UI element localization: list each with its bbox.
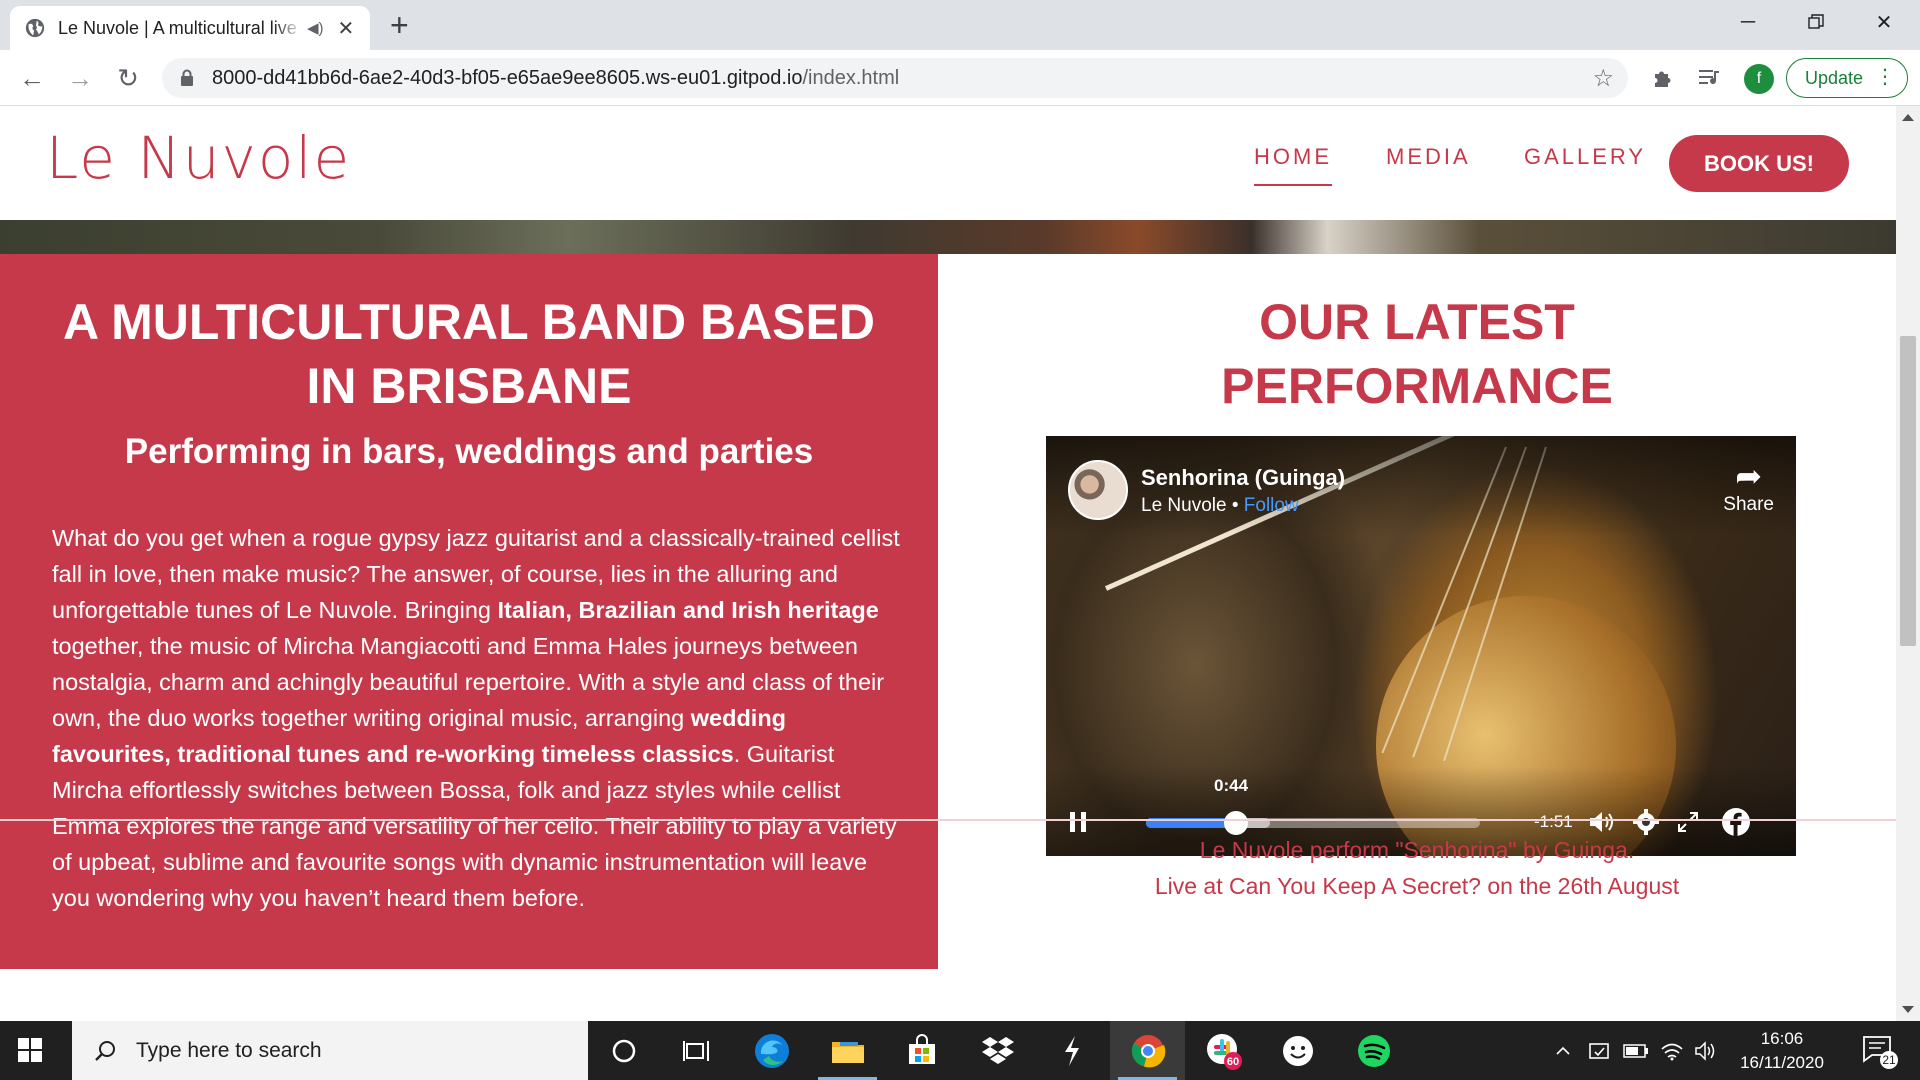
caption-line2: Live at Can You Keep A Secret? on the 26… [1154, 873, 1680, 899]
file-explorer-icon[interactable] [810, 1021, 885, 1080]
site-logo[interactable]: Le Nuvole [46, 124, 351, 192]
current-time: 0:44 [1214, 776, 1249, 795]
wifi-icon[interactable] [1656, 1021, 1688, 1080]
close-tab-icon[interactable]: ✕ [338, 16, 355, 41]
new-tab-icon[interactable]: + [390, 8, 409, 42]
taskbar-clock[interactable]: 16:06 16/11/2020 [1722, 1027, 1842, 1075]
dropbox-icon[interactable] [960, 1021, 1035, 1080]
follow-link[interactable]: Follow [1244, 495, 1299, 516]
browser-toolbar: ← → ↻ 8000-dd41bb6d-6ae2-40d3-bf05-e65ae… [0, 50, 1920, 106]
about-heading-line1: A MULTICULTURAL BAND BASED [63, 294, 875, 350]
performance-panel: OUR LATEST PERFORMANCE Senhorina (Guinga… [938, 254, 1896, 969]
about-heading-line2: IN BRISBANE [306, 358, 632, 414]
close-window-icon[interactable]: ✕ [1850, 0, 1918, 44]
hero-image-strip [0, 220, 1896, 254]
lock-icon [181, 69, 193, 86]
slack-badge-count: 60 [1226, 1056, 1238, 1068]
video-byline: Le Nuvole • Follow [1141, 495, 1299, 517]
clock-date: 16/11/2020 [1740, 1053, 1824, 1072]
extensions-icon[interactable] [1644, 60, 1680, 96]
scroll-up-arrow-icon[interactable] [1902, 114, 1914, 121]
byline-separator: • [1231, 495, 1239, 516]
windows-taskbar: Type here to search 60 16:06 16/11/2020 … [0, 1021, 1920, 1080]
url-text: 8000-dd41bb6d-6ae2-40d3-bf05-e65ae9ee860… [212, 67, 899, 90]
page-viewport: Le Nuvole HOME MEDIA GALLERY BOOK US! A … [0, 106, 1896, 1021]
video-caption: Le Nuvole perform "Senhorina" by Guinga.… [938, 832, 1896, 904]
remaining-time: -1:51 [1534, 812, 1573, 831]
about-heading: A MULTICULTURAL BAND BASED IN BRISBANE [40, 290, 898, 418]
address-bar[interactable]: 8000-dd41bb6d-6ae2-40d3-bf05-e65ae9ee860… [162, 58, 1628, 98]
notification-count: 21 [1882, 1053, 1896, 1067]
search-icon [95, 1040, 115, 1061]
minimize-icon[interactable]: ─ [1714, 0, 1782, 44]
caption-line1: Le Nuvole perform "Senhorina" by Guinga. [1199, 837, 1635, 863]
code-editor-icon[interactable] [1034, 1021, 1109, 1080]
page-scrollbar[interactable] [1896, 106, 1920, 1021]
performance-heading-line1: OUR LATEST [1259, 294, 1575, 350]
slack-icon[interactable]: 60 [1186, 1021, 1261, 1080]
chrome-icon[interactable] [1110, 1021, 1185, 1080]
spotify-icon[interactable] [1336, 1021, 1411, 1080]
cortana-icon[interactable] [586, 1021, 661, 1080]
bookmark-star-icon[interactable]: ☆ [1592, 64, 1614, 93]
tab-strip: Le Nuvole | A multicultural live band ba… [0, 0, 1920, 50]
share-label: Share [1723, 494, 1774, 515]
performance-heading-line2: PERFORMANCE [1221, 358, 1613, 414]
url-host: 8000-dd41bb6d-6ae2-40d3-bf05-e65ae9ee860… [212, 66, 803, 89]
scroll-down-arrow-icon[interactable] [1902, 1006, 1914, 1013]
media-controls-icon[interactable] [1692, 60, 1728, 96]
pause-icon[interactable] [1070, 812, 1086, 832]
video-player[interactable]: Senhorina (Guinga) Le Nuvole • Follow ➦ … [1046, 436, 1796, 856]
task-view-icon[interactable] [658, 1021, 733, 1080]
emoji-app-icon[interactable] [1260, 1021, 1335, 1080]
speaker-icon[interactable]: ◀) [307, 19, 324, 37]
tab-title: Le Nuvole | A multicultural live band ba… [58, 17, 303, 38]
site-header: Le Nuvole HOME MEDIA GALLERY BOOK US! [0, 106, 1896, 220]
section-divider [0, 819, 1896, 821]
clock-time: 16:06 [1760, 1029, 1804, 1048]
about-paragraph: What do you get when a rogue gypsy jazz … [52, 520, 902, 916]
taskbar-search[interactable]: Type here to search [72, 1021, 588, 1080]
tray-chevron-icon[interactable] [1550, 1021, 1576, 1080]
performance-heading: OUR LATEST PERFORMANCE [938, 290, 1896, 418]
edge-icon[interactable] [734, 1021, 809, 1080]
back-icon[interactable]: ← [14, 60, 50, 96]
video-title[interactable]: Senhorina (Guinga) [1141, 465, 1345, 491]
notification-center-icon[interactable]: 21 [1852, 1021, 1908, 1080]
url-path: /index.html [802, 66, 900, 89]
nav-home[interactable]: HOME [1254, 144, 1332, 186]
update-button[interactable]: Update ⋮ [1786, 58, 1908, 98]
windows-start-icon[interactable] [18, 1038, 42, 1062]
more-menu-icon[interactable]: ⋮ [1875, 65, 1895, 89]
profile-avatar[interactable]: f [1744, 64, 1774, 94]
network-status-icon[interactable] [1584, 1021, 1616, 1080]
reload-icon[interactable]: ↻ [110, 60, 146, 96]
store-icon[interactable] [884, 1021, 959, 1080]
update-label: Update [1805, 67, 1864, 88]
about-panel: A MULTICULTURAL BAND BASED IN BRISBANE P… [0, 254, 938, 969]
page-avatar[interactable] [1068, 460, 1128, 520]
share-button[interactable]: ➦ Share [1723, 458, 1774, 516]
nav-media[interactable]: MEDIA [1386, 144, 1471, 170]
video-page-name[interactable]: Le Nuvole [1141, 495, 1227, 516]
about-subheading: Performing in bars, weddings and parties [124, 432, 814, 471]
restore-icon[interactable] [1782, 0, 1850, 44]
speaker-volume-icon[interactable] [1690, 1021, 1722, 1080]
about-bold-1: Italian, Brazilian and Irish heritage [497, 597, 879, 623]
book-us-button[interactable]: BOOK US! [1669, 135, 1849, 192]
browser-tab[interactable]: Le Nuvole | A multicultural live band ba… [10, 6, 370, 50]
globe-icon [25, 18, 45, 38]
forward-icon[interactable]: → [62, 60, 98, 96]
battery-icon[interactable] [1620, 1021, 1652, 1080]
search-placeholder: Type here to search [136, 1038, 322, 1062]
share-arrow-icon: ➦ [1735, 458, 1763, 494]
nav-gallery[interactable]: GALLERY [1524, 144, 1646, 170]
scrollbar-thumb[interactable] [1900, 336, 1916, 646]
